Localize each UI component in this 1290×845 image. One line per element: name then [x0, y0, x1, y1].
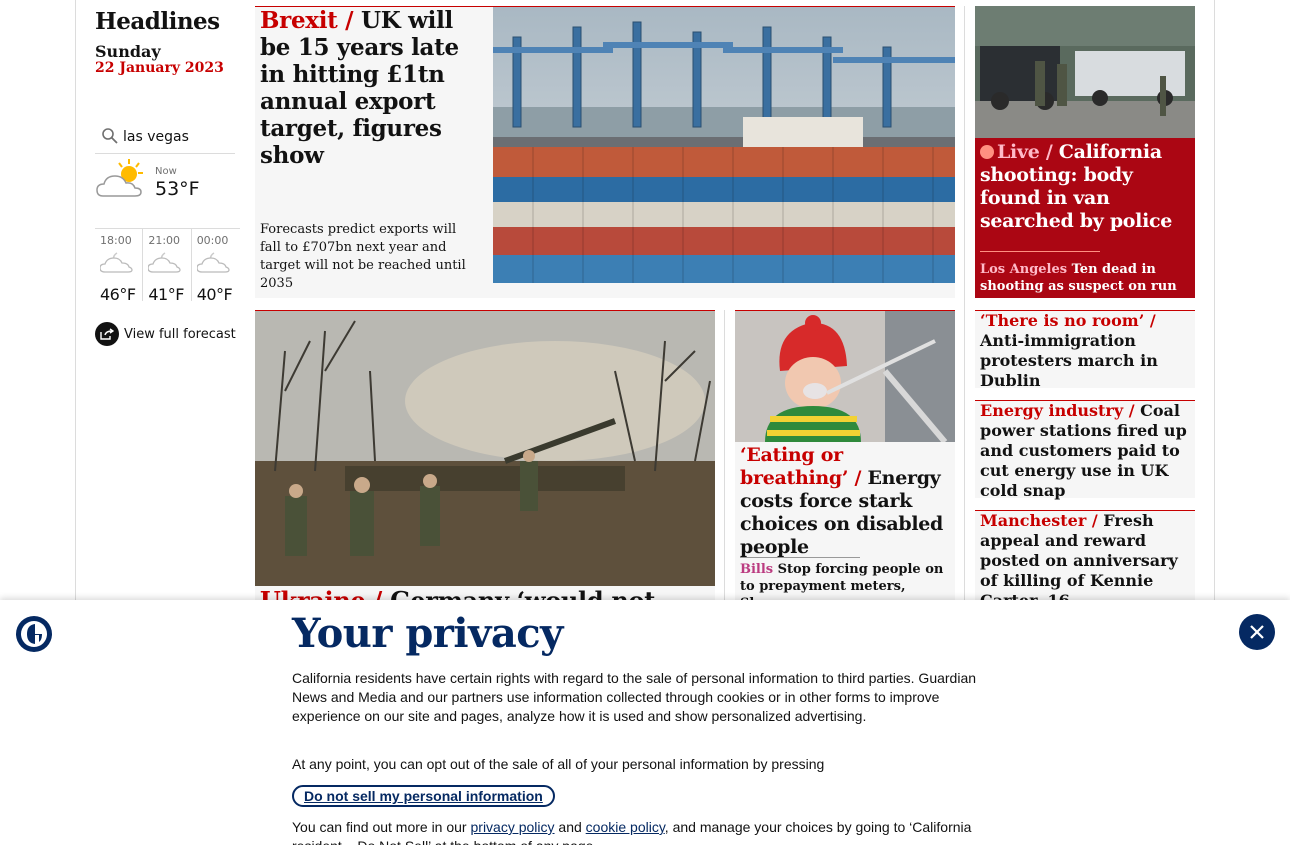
- divider: [980, 251, 1100, 252]
- sublink-kicker: Bills: [740, 562, 774, 577]
- close-icon: [1250, 625, 1264, 639]
- forecast-temp: 41°F: [148, 285, 184, 304]
- forecast-item: 00:00 40°F: [192, 229, 240, 304]
- privacy-paragraph: California residents have certain rights…: [292, 670, 977, 724]
- view-full-forecast-label: View full forecast: [124, 326, 236, 342]
- forecast-item: 18:00 46°F: [95, 229, 144, 304]
- sublink-kicker: Los Angeles: [980, 262, 1068, 277]
- night-cloud-icon: [147, 250, 190, 276]
- forecast-temp: 46°F: [100, 285, 136, 304]
- story-kicker: Live: [997, 141, 1040, 163]
- story-headline[interactable]: Live / California shooting: body found i…: [980, 141, 1192, 233]
- story-kicker: Energy industry: [980, 401, 1124, 420]
- story-card-brexit[interactable]: Brexit / UK will be 15 years late in hit…: [255, 6, 955, 298]
- story-headline[interactable]: Brexit / UK will be 15 years late in hit…: [260, 7, 485, 169]
- story-image-child[interactable]: [735, 311, 955, 442]
- kicker-separator: /: [1144, 311, 1156, 330]
- do-not-sell-button[interactable]: Do not sell my personal information: [292, 785, 555, 807]
- headline-text: Anti-immigration protesters march in Dub…: [980, 331, 1158, 390]
- cookie-policy-link[interactable]: cookie policy: [586, 819, 665, 835]
- external-link-icon: [95, 322, 119, 346]
- story-kicker: Brexit: [260, 7, 338, 34]
- view-full-forecast-link[interactable]: View full forecast: [95, 322, 236, 346]
- story-image-police[interactable]: [975, 6, 1195, 138]
- date-full: 22 January 2023: [95, 60, 224, 76]
- privacy-title: Your privacy: [292, 610, 563, 657]
- live-indicator-icon: [980, 145, 994, 159]
- forecast-time: 00:00: [196, 234, 229, 247]
- weather-now-label: Now: [155, 166, 177, 177]
- night-cloud-icon: [196, 250, 240, 276]
- privacy-text: and: [554, 819, 586, 835]
- kicker-separator: /: [1123, 401, 1141, 420]
- story-image-artillery[interactable]: [255, 311, 715, 586]
- kicker-separator: /: [337, 7, 361, 34]
- night-cloud-icon: [99, 250, 142, 276]
- forecast-time: 21:00: [148, 234, 181, 247]
- weather-now: Now 53°F: [95, 158, 235, 218]
- privacy-text: You can find out more in our: [292, 819, 471, 835]
- weather-forecast: 18:00 46°F 21:00 41°F 00:00 40°F: [95, 228, 240, 304]
- kicker-separator: /: [1086, 511, 1104, 530]
- close-button[interactable]: [1239, 614, 1275, 650]
- privacy-policy-link[interactable]: privacy policy: [471, 819, 555, 835]
- story-card-bills[interactable]: ‘Eating or breathing’ / Energy costs for…: [735, 310, 955, 611]
- story-card-small[interactable]: ‘There is no room’ / Anti-immigration pr…: [975, 310, 1195, 390]
- story-trail: Forecasts predict exports will fall to £…: [260, 222, 466, 291]
- story-kicker: ‘Eating or breathing’: [740, 444, 849, 489]
- privacy-paragraph: You can find out more in our privacy pol…: [292, 818, 992, 845]
- forecast-temp: 40°F: [196, 285, 233, 304]
- story-headline[interactable]: ‘Eating or breathing’ / Energy costs for…: [740, 444, 952, 559]
- story-kicker: ‘There is no room’: [980, 311, 1145, 330]
- kicker-separator: /: [848, 467, 868, 489]
- story-image-port[interactable]: [493, 7, 955, 283]
- search-input[interactable]: las vegas: [123, 129, 189, 145]
- section-title: Headlines: [95, 8, 220, 35]
- date-day: Sunday: [95, 42, 161, 61]
- forecast-item: 21:00 41°F: [143, 229, 192, 304]
- divider: [740, 557, 860, 558]
- guardian-logo-icon: [16, 616, 52, 652]
- sublink[interactable]: Los Angeles Ten dead in shooting as susp…: [980, 261, 1180, 295]
- kicker-separator: /: [1039, 141, 1059, 163]
- story-card-live[interactable]: Live / California shooting: body found i…: [975, 6, 1195, 298]
- privacy-paragraph: At any point, you can opt out of the sal…: [292, 756, 825, 772]
- search-icon: [95, 125, 123, 149]
- weather-now-temp: 53°F: [155, 178, 200, 200]
- weather-location-search[interactable]: las vegas: [95, 120, 235, 154]
- story-kicker: Manchester: [980, 511, 1087, 530]
- forecast-time: 18:00: [100, 234, 132, 247]
- story-card-small[interactable]: Energy industry / Coal power stations fi…: [975, 400, 1195, 500]
- privacy-banner: Your privacy California residents have c…: [0, 600, 1290, 845]
- story-card-small[interactable]: Manchester / Fresh appeal and reward pos…: [975, 510, 1195, 610]
- partly-cloudy-icon: [95, 158, 149, 206]
